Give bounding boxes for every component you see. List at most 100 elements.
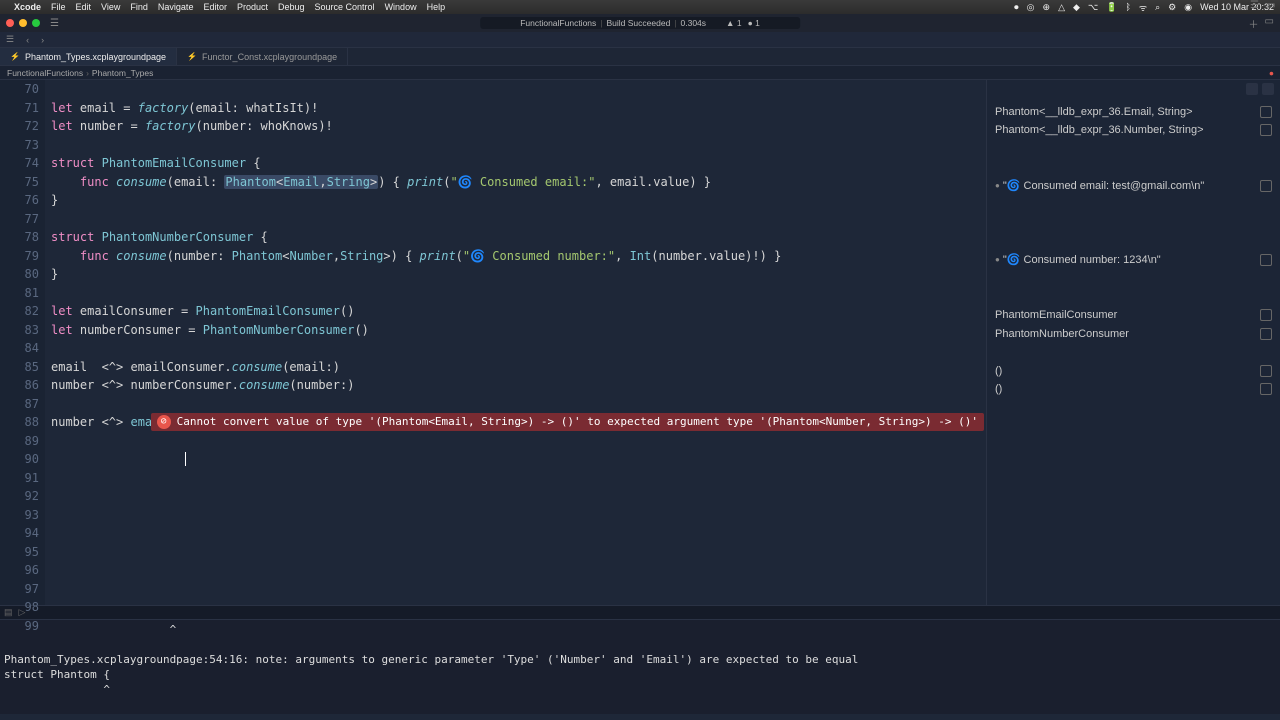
code-line[interactable] <box>51 543 986 562</box>
code-line[interactable] <box>51 580 986 599</box>
quicklook-icon[interactable] <box>1260 124 1272 136</box>
code-line[interactable]: let numberConsumer = PhantomNumberConsum… <box>51 321 986 340</box>
menu-help[interactable]: Help <box>427 2 446 12</box>
nav-bar: ☰ ‹ › <box>0 32 1280 48</box>
close-window-button[interactable] <box>6 19 14 27</box>
quicklook-icon[interactable] <box>1260 180 1272 192</box>
code-line[interactable]: number <^> numberConsumer.consume(number… <box>51 376 986 395</box>
crumb-error-icon[interactable]: ● <box>1269 68 1274 78</box>
status-icon[interactable]: △ <box>1058 2 1065 13</box>
add-button-icon[interactable]: ＋ <box>1249 16 1259 31</box>
code-content[interactable]: let email = factory(email: whatIsIt)!let… <box>45 80 986 605</box>
siri-icon[interactable]: ◉ <box>1184 2 1192 13</box>
code-line[interactable] <box>51 80 986 99</box>
result-text: Phantom<__lldb_expr_36.Number, String> <box>995 124 1256 136</box>
quicklook-icon[interactable] <box>1260 106 1272 118</box>
bluetooth-icon[interactable]: ᛒ <box>1126 2 1131 12</box>
code-line[interactable] <box>51 450 986 469</box>
status-icon[interactable]: 🔋 <box>1106 2 1117 13</box>
code-line[interactable] <box>51 432 986 451</box>
quicklook-icon[interactable] <box>1260 328 1272 340</box>
result-row[interactable]: PhantomEmailConsumer <box>987 306 1280 325</box>
code-line[interactable] <box>51 506 986 525</box>
error-badge[interactable]: ● 1 <box>748 18 760 28</box>
add-editor-icon[interactable]: ▭ <box>1266 0 1278 12</box>
sidebar-view-icon[interactable] <box>1262 83 1274 95</box>
code-line[interactable]: } <box>51 265 986 284</box>
result-row[interactable]: Phantom<__lldb_expr_36.Number, String> <box>987 121 1280 140</box>
result-row[interactable]: () <box>987 380 1280 399</box>
menu-editor[interactable]: Editor <box>203 2 227 12</box>
inline-error-banner[interactable]: ⊘ Cannot convert value of type '(Phantom… <box>151 413 984 431</box>
tab-phantom-types[interactable]: ⚡ Phantom_Types.xcplaygroundpage <box>0 48 177 65</box>
swift-file-icon: ⚡ <box>187 52 197 61</box>
status-icon[interactable]: ⌥ <box>1088 2 1098 13</box>
menu-window[interactable]: Window <box>385 2 417 12</box>
minimize-window-button[interactable] <box>19 19 27 27</box>
menu-navigate[interactable]: Navigate <box>158 2 194 12</box>
nav-forward-icon[interactable]: › <box>35 35 50 45</box>
quicklook-icon[interactable] <box>1260 254 1272 266</box>
code-line[interactable]: struct PhantomNumberConsumer { <box>51 228 986 247</box>
search-icon[interactable]: ⌕ <box>1155 2 1160 13</box>
menu-file[interactable]: File <box>51 2 66 12</box>
result-row[interactable]: ●"🌀 Consumed number: 1234\n" <box>987 251 1280 270</box>
sidebar-toggle-icon[interactable]: ☰ <box>50 18 59 29</box>
code-line[interactable]: email <^> emailConsumer.consume(email:) <box>51 358 986 377</box>
wifi-icon[interactable]: ᯤ <box>1139 1 1147 14</box>
control-center-icon[interactable]: ⚙ <box>1168 2 1176 13</box>
result-row[interactable]: PhantomNumberConsumer <box>987 325 1280 344</box>
line-number: 83 <box>0 321 39 340</box>
menu-edit[interactable]: Edit <box>76 2 92 12</box>
code-line[interactable]: struct PhantomEmailConsumer { <box>51 154 986 173</box>
nav-related-icon[interactable]: ☰ <box>0 34 20 45</box>
code-line[interactable] <box>51 524 986 543</box>
code-line[interactable] <box>51 561 986 580</box>
code-line[interactable]: } <box>51 191 986 210</box>
code-line[interactable] <box>51 136 986 155</box>
code-line[interactable] <box>51 339 986 358</box>
activity-viewer[interactable]: FunctionalFunctions | Build Succeeded | … <box>480 17 800 29</box>
swift-file-icon: ⚡ <box>10 52 20 61</box>
editor-options-icon[interactable]: ☰ <box>1250 0 1262 12</box>
code-line[interactable] <box>51 395 986 414</box>
code-line[interactable]: func consume(number: Phantom<Number,Stri… <box>51 247 986 266</box>
menu-product[interactable]: Product <box>237 2 268 12</box>
status-icon[interactable]: ◎ <box>1027 2 1035 13</box>
code-line[interactable] <box>51 487 986 506</box>
menu-source-control[interactable]: Source Control <box>315 2 375 12</box>
status-icon[interactable]: ⊕ <box>1043 2 1051 13</box>
zoom-window-button[interactable] <box>32 19 40 27</box>
nav-back-icon[interactable]: ‹ <box>20 35 35 45</box>
quicklook-icon[interactable] <box>1260 383 1272 395</box>
sidebar-view-icon[interactable] <box>1246 83 1258 95</box>
line-number: 91 <box>0 469 39 488</box>
library-button-icon[interactable]: ▭ <box>1265 16 1274 31</box>
result-row[interactable]: ●"🌀 Consumed email: test@gmail.com\n" <box>987 177 1280 196</box>
line-number: 96 <box>0 561 39 580</box>
tab-functor-const[interactable]: ⚡ Functor_Const.xcplaygroundpage <box>177 48 348 65</box>
code-line[interactable] <box>51 598 986 605</box>
status-icon[interactable]: ◆ <box>1073 2 1080 13</box>
code-line[interactable]: let email = factory(email: whatIsIt)! <box>51 99 986 118</box>
code-line[interactable]: let emailConsumer = PhantomEmailConsumer… <box>51 302 986 321</box>
crumb-file[interactable]: Phantom_Types <box>89 68 156 78</box>
result-row[interactable]: () <box>987 362 1280 381</box>
code-line[interactable]: let number = factory(number: whoKnows)! <box>51 117 986 136</box>
quicklook-icon[interactable] <box>1260 309 1272 321</box>
crumb-project[interactable]: FunctionalFunctions <box>4 68 86 78</box>
warning-badge[interactable]: ▲ 1 <box>726 18 742 28</box>
code-editor[interactable]: 7071727374757677787980818283848586878889… <box>0 80 986 605</box>
menu-debug[interactable]: Debug <box>278 2 305 12</box>
code-line[interactable] <box>51 469 986 488</box>
menu-view[interactable]: View <box>101 2 120 12</box>
status-icon[interactable]: ⏺ <box>1014 2 1019 13</box>
code-line[interactable]: func consume(email: Phantom<Email,String… <box>51 173 986 192</box>
menu-find[interactable]: Find <box>130 2 148 12</box>
quicklook-icon[interactable] <box>1260 365 1272 377</box>
code-line[interactable] <box>51 210 986 229</box>
breadcrumb[interactable]: FunctionalFunctions › Phantom_Types ● <box>0 66 1280 80</box>
code-line[interactable] <box>51 284 986 303</box>
result-row[interactable]: Phantom<__lldb_expr_36.Email, String> <box>987 103 1280 122</box>
app-menu[interactable]: Xcode <box>14 2 41 12</box>
